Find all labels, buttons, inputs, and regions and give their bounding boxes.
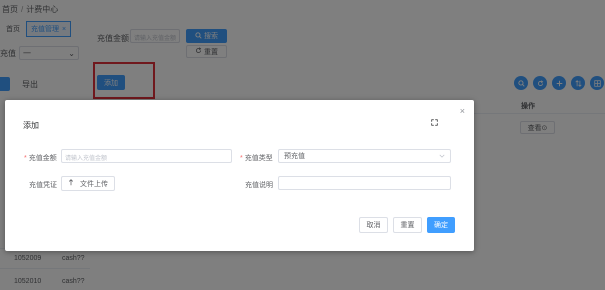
upload-icon bbox=[68, 179, 74, 188]
fullscreen-icon[interactable] bbox=[431, 119, 438, 128]
proof-label: 充值凭证 bbox=[29, 182, 57, 189]
amount-input[interactable]: 请输入充值金额 bbox=[61, 149, 232, 163]
add-dialog: 添加 × * 充值金额 请输入充值金额 * 充值类型 预充值 充值凭证 文件上传 充… bbox=[5, 100, 474, 251]
cancel-button[interactable]: 取消 bbox=[359, 217, 388, 233]
upload-button-label: 文件上传 bbox=[80, 180, 108, 188]
type-label: * 充值类型 bbox=[240, 155, 273, 162]
desc-label: 充值说明 bbox=[245, 182, 273, 189]
upload-button[interactable]: 文件上传 bbox=[61, 176, 115, 191]
close-icon[interactable]: × bbox=[460, 107, 465, 116]
desc-input[interactable] bbox=[278, 176, 451, 190]
dialog-title: 添加 bbox=[23, 121, 39, 130]
amount-label: * 充值金额 bbox=[24, 155, 57, 162]
reset-button[interactable]: 重置 bbox=[393, 217, 422, 233]
type-select-value: 预充值 bbox=[284, 153, 305, 160]
confirm-button[interactable]: 确定 bbox=[427, 217, 455, 233]
type-select[interactable]: 预充值 bbox=[278, 149, 451, 163]
chevron-down-icon bbox=[439, 153, 445, 160]
